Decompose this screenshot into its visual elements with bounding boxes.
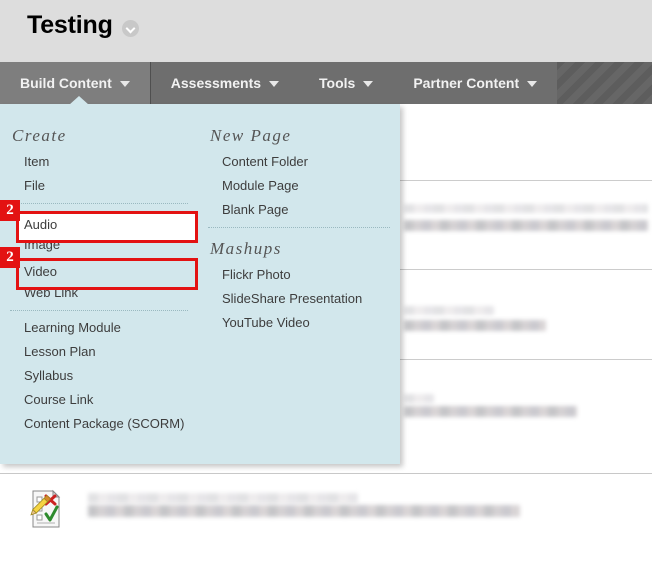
action-bar: Build Content Assessments Tools Partner … [0, 62, 652, 104]
dropdown-item-content-folder[interactable]: Content Folder [198, 150, 400, 174]
annotation-badge-2-audio: 2 [0, 200, 20, 221]
test-quiz-icon [27, 489, 61, 529]
redacted-text [88, 505, 520, 517]
menu-button-label: Assessments [170, 75, 262, 91]
redacted-text [404, 220, 648, 231]
dropdown-item-content-package-scorm[interactable]: Content Package (SCORM) [0, 412, 198, 436]
dropdown-item-audio[interactable]: Audio [24, 218, 57, 232]
dropdown-separator [208, 227, 390, 228]
redacted-text [404, 406, 577, 417]
menu-button-tools[interactable]: Tools [299, 62, 393, 104]
dropdown-item-slideshare-presentation[interactable]: SlideShare Presentation [198, 287, 400, 311]
chevron-down-icon [269, 81, 280, 87]
dropdown-column-pages-mashups: New Page Content Folder Module Page Blan… [198, 104, 400, 335]
redacted-text [404, 204, 648, 213]
redacted-text [404, 306, 494, 315]
menu-button-partner-content[interactable]: Partner Content [393, 62, 557, 104]
dropdown-item-file[interactable]: File [0, 174, 198, 198]
content-row-divider [0, 473, 652, 474]
redacted-text [88, 493, 358, 503]
menu-button-assessments[interactable]: Assessments [151, 62, 299, 104]
dropdown-item-lesson-plan[interactable]: Lesson Plan [0, 340, 198, 364]
menu-button-label: Partner Content [413, 75, 520, 91]
dropdown-item-syllabus[interactable]: Syllabus [0, 364, 198, 388]
annotation-badge-2-video: 2 [0, 247, 20, 268]
dropdown-separator [10, 203, 188, 204]
dropdown-heading-new-page: New Page [210, 126, 292, 145]
chevron-down-icon [527, 81, 538, 87]
dropdown-item-module-page[interactable]: Module Page [198, 174, 400, 198]
page-title-group: Testing [27, 13, 139, 38]
dropdown-item-course-link[interactable]: Course Link [0, 388, 198, 412]
dropdown-item-item[interactable]: Item [0, 150, 198, 174]
redacted-text [404, 394, 434, 403]
dropdown-separator [10, 310, 188, 311]
menu-button-label: Tools [319, 75, 356, 91]
dropdown-item-flickr-photo[interactable]: Flickr Photo [198, 263, 400, 287]
chevron-down-icon [119, 81, 130, 87]
menu-button-label: Build Content [20, 75, 112, 91]
page-header: Testing [0, 0, 652, 62]
dropdown-item-blank-page[interactable]: Blank Page [198, 198, 400, 222]
redacted-text [404, 320, 546, 331]
dropdown-heading-mashups: Mashups [210, 239, 282, 258]
dropdown-heading-create: Create [12, 126, 67, 145]
dropdown-item-video[interactable]: Video [24, 265, 57, 279]
chevron-down-circle-icon[interactable] [121, 20, 139, 37]
dropdown-item-youtube-video[interactable]: YouTube Video [198, 311, 400, 335]
chevron-down-icon [363, 81, 374, 87]
dropdown-item-learning-module[interactable]: Learning Module [0, 316, 198, 340]
page-title: Testing [27, 11, 113, 39]
dropdown-pointer-arrow [69, 96, 89, 105]
